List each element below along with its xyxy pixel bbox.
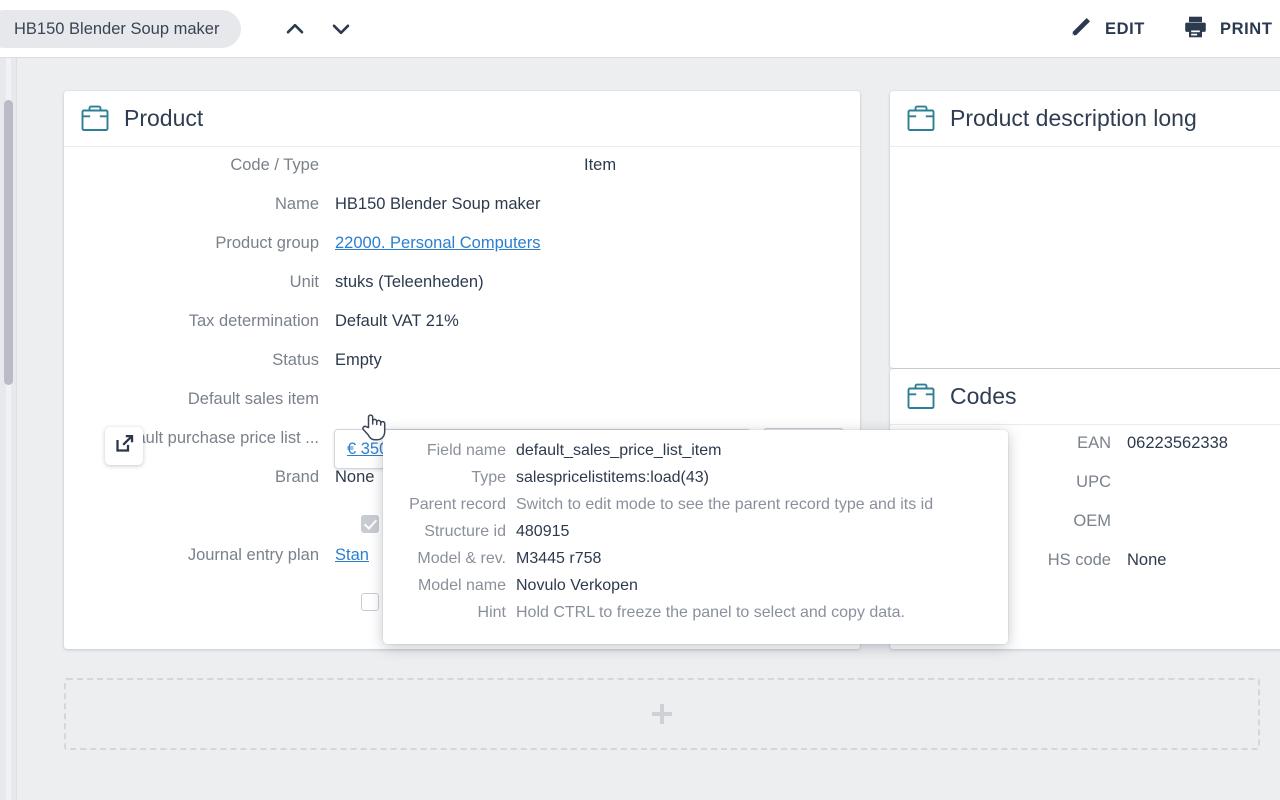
field-row-name: Name HB150 Blender Soup maker bbox=[64, 192, 860, 231]
product-description-long-title: Product description long bbox=[950, 105, 1197, 132]
previous-record-button[interactable] bbox=[278, 12, 312, 46]
tooltip-row-parent-record: Parent record Switch to edit mode to see… bbox=[383, 496, 1008, 523]
tooltip-value-model-name: Novulo Verkopen bbox=[516, 577, 638, 595]
field-row-status: Status Empty bbox=[64, 348, 860, 387]
field-label-tax-determination: Tax determination bbox=[64, 309, 335, 334]
codes-card-header: Codes bbox=[890, 369, 1280, 425]
tooltip-value-model-rev: M3445 r758 bbox=[516, 550, 601, 568]
checkbox-e[interactable] bbox=[361, 593, 379, 611]
record-title-pill[interactable]: HB150 Blender Soup maker bbox=[0, 10, 241, 48]
chevron-down-icon bbox=[329, 17, 353, 41]
edit-button-label: EDIT bbox=[1105, 20, 1145, 39]
codes-card-title: Codes bbox=[950, 383, 1016, 410]
product-description-long-card: Product description long bbox=[890, 91, 1280, 368]
field-value-product-group-link[interactable]: 22000. Personal Computers bbox=[335, 231, 540, 256]
checkbox-in[interactable] bbox=[361, 515, 379, 533]
field-value-name: HB150 Blender Soup maker bbox=[335, 192, 540, 217]
field-label-name: Name bbox=[64, 192, 335, 217]
field-value-ean: 06223562338 bbox=[1127, 431, 1228, 456]
field-label-code-type: Code / Type bbox=[64, 153, 335, 178]
page-canvas: Product Code / Type Item Name HB150 Blen… bbox=[17, 58, 1280, 800]
tooltip-label-parent-record: Parent record bbox=[383, 496, 516, 514]
field-row-unit: Unit stuks (Teleenheden) bbox=[64, 270, 860, 309]
product-description-long-header: Product description long bbox=[890, 91, 1280, 147]
tooltip-row-hint: Hint Hold CTRL to freeze the panel to se… bbox=[383, 604, 1008, 631]
tooltip-row-field-name: Field name default_sales_price_list_item bbox=[383, 442, 1008, 469]
field-row-default-sales-item: Default sales item bbox=[64, 387, 860, 426]
briefcase-icon bbox=[904, 381, 938, 413]
field-value-code-type: Item bbox=[584, 153, 616, 178]
briefcase-icon bbox=[78, 103, 112, 135]
product-card-title: Product bbox=[124, 105, 203, 132]
record-title-text: HB150 Blender Soup maker bbox=[14, 20, 219, 39]
next-record-button[interactable] bbox=[324, 12, 358, 46]
field-row-tax-determination: Tax determination Default VAT 21% bbox=[64, 309, 860, 348]
left-rail bbox=[0, 58, 17, 800]
tooltip-label-model-name: Model name bbox=[383, 577, 516, 595]
tooltip-value-type: salespricelistitems:load(43) bbox=[516, 469, 709, 487]
field-value-unit: stuks (Teleenheden) bbox=[335, 270, 484, 295]
field-value-journal-entry-plan-link[interactable]: Stan bbox=[335, 543, 369, 568]
tooltip-row-type: Type salespricelistitems:load(43) bbox=[383, 469, 1008, 496]
field-info-tooltip: Field name default_sales_price_list_item… bbox=[383, 430, 1008, 644]
tooltip-value-hint: Hold CTRL to freeze the panel to select … bbox=[516, 604, 905, 622]
field-label-journal-entry-plan: Journal entry plan bbox=[64, 543, 335, 568]
tooltip-label-model-rev: Model & rev. bbox=[383, 550, 516, 568]
field-row-product-group: Product group 22000. Personal Computers bbox=[64, 231, 860, 270]
field-value-status: Empty bbox=[335, 348, 382, 373]
field-value-hs-code: None bbox=[1127, 548, 1166, 573]
tooltip-label-field-name: Field name bbox=[383, 442, 516, 460]
vertical-scrollbar-thumb[interactable] bbox=[4, 100, 13, 385]
add-panel-dropzone[interactable] bbox=[64, 678, 1260, 750]
tooltip-value-parent-record: Switch to edit mode to see the parent re… bbox=[516, 496, 933, 514]
field-value-tax-determination: Default VAT 21% bbox=[335, 309, 459, 334]
field-label-default-sales-item: Default sales item bbox=[64, 387, 335, 412]
tooltip-value-structure-id: 480915 bbox=[516, 523, 569, 541]
tooltip-row-model-name: Model name Novulo Verkopen bbox=[383, 577, 1008, 604]
tooltip-label-type: Type bbox=[383, 469, 516, 487]
field-label-unit: Unit bbox=[64, 270, 335, 295]
pencil-icon bbox=[1068, 14, 1094, 45]
tooltip-label-structure-id: Structure id bbox=[383, 523, 516, 541]
product-card-header: Product bbox=[64, 91, 860, 147]
print-button-label: PRINT bbox=[1220, 20, 1273, 39]
open-in-new-window-button[interactable] bbox=[105, 427, 143, 465]
field-row-code-type: Code / Type Item bbox=[64, 153, 860, 192]
top-bar: HB150 Blender Soup maker EDIT bbox=[0, 0, 1280, 58]
tooltip-row-structure-id: Structure id 480915 bbox=[383, 523, 1008, 550]
tooltip-label-hint: Hint bbox=[383, 604, 516, 622]
tooltip-value-field-name: default_sales_price_list_item bbox=[516, 442, 721, 460]
printer-icon bbox=[1182, 14, 1209, 45]
field-label-product-group: Product group bbox=[64, 231, 335, 256]
field-label-brand: Brand bbox=[64, 465, 335, 490]
external-link-icon bbox=[114, 433, 135, 459]
field-label-status: Status bbox=[64, 348, 335, 373]
print-button[interactable]: PRINT bbox=[1182, 8, 1273, 50]
product-description-long-body bbox=[890, 147, 1280, 367]
tooltip-row-model-rev: Model & rev. M3445 r758 bbox=[383, 550, 1008, 577]
chevron-up-icon bbox=[283, 17, 307, 41]
briefcase-icon bbox=[904, 103, 938, 135]
edit-button[interactable]: EDIT bbox=[1068, 8, 1145, 50]
plus-icon bbox=[652, 704, 672, 724]
